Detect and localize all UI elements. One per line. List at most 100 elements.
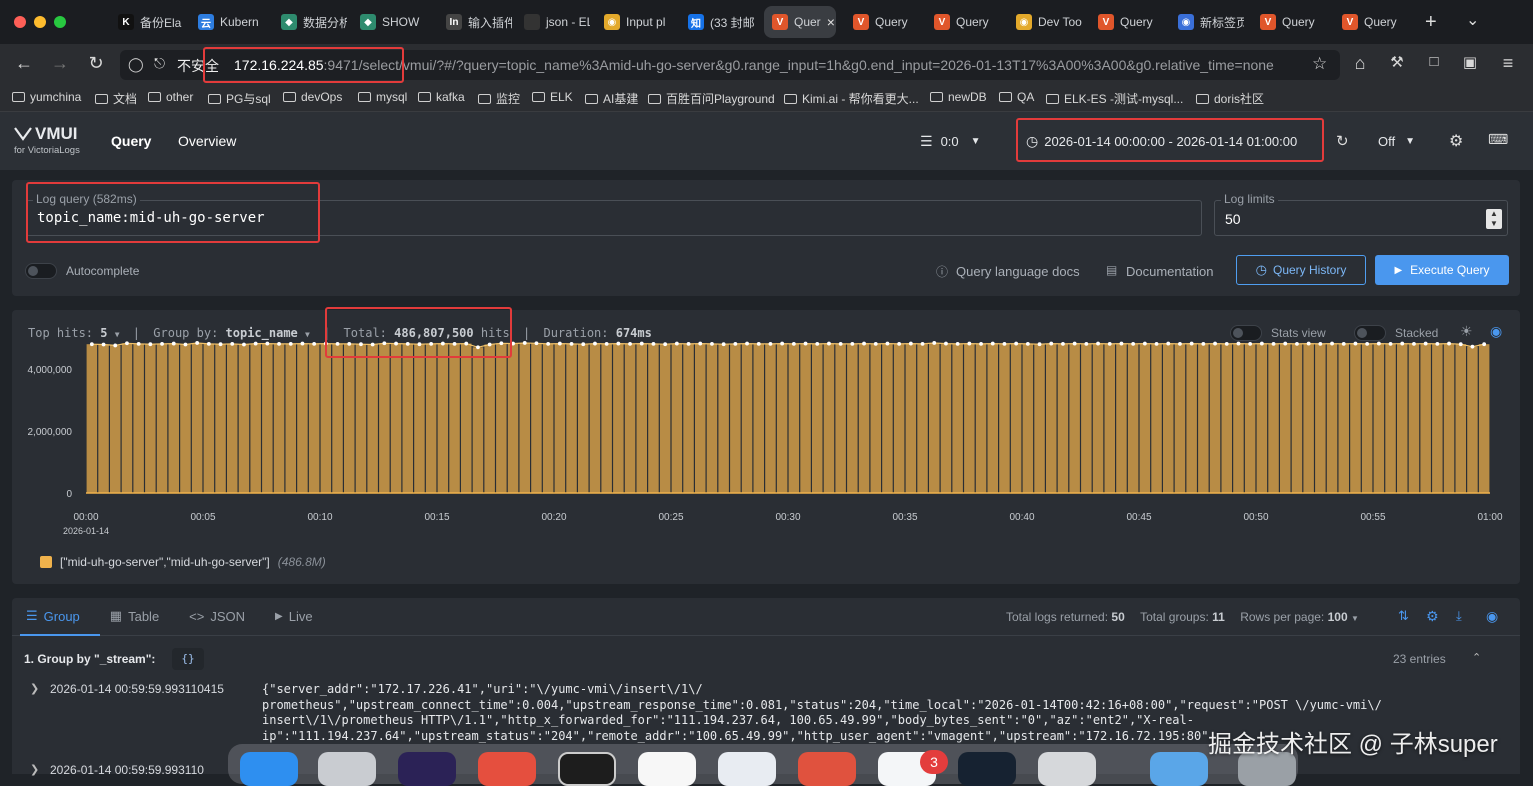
home-icon[interactable]: ⌂ — [1348, 53, 1372, 74]
browser-tab[interactable]: ◉ Dev Too — [1008, 6, 1082, 38]
tab-list-icon[interactable]: ⌄ — [1466, 10, 1479, 30]
bookmark-item[interactable]: Kimi.ai - 帮你看更大... — [784, 90, 919, 107]
bookmark-item[interactable]: other — [148, 90, 193, 104]
activity-monitor-icon[interactable] — [558, 752, 616, 786]
app-icon[interactable] — [638, 752, 696, 786]
launchpad-icon[interactable] — [318, 752, 376, 786]
browser-tab[interactable]: 云 Kubern — [190, 6, 264, 38]
autocomplete-toggle[interactable] — [25, 263, 57, 279]
row-timestamp[interactable]: 2026-01-14 00:59:59.993110 — [50, 763, 204, 777]
bookmark-item[interactable]: devOps — [283, 90, 342, 104]
stacked-toggle[interactable] — [1354, 325, 1386, 341]
browser-tab[interactable]: V Query — [926, 6, 1000, 38]
nav-query[interactable]: Query — [111, 133, 151, 149]
reload-icon[interactable]: ↻ — [84, 53, 108, 74]
group-badge[interactable]: {} — [172, 648, 204, 670]
lightbulb-icon[interactable]: ☀ — [1460, 323, 1473, 340]
close-window-icon[interactable] — [14, 16, 26, 28]
tab-json[interactable]: <> JSON — [189, 608, 245, 624]
gear-icon[interactable]: ⚙ — [1449, 131, 1463, 151]
extensions-icon[interactable]: □ — [1422, 53, 1446, 70]
tab-group[interactable]: ☰ Group — [26, 608, 80, 624]
app-icon[interactable] — [958, 752, 1016, 786]
stepper-icon[interactable]: ▲ ▼ — [1486, 209, 1502, 229]
settings-gear-icon[interactable]: ⚙ — [1426, 608, 1439, 625]
bookmark-item[interactable]: ELK — [532, 90, 573, 104]
bookmark-item[interactable]: newDB — [930, 90, 987, 104]
bookmark-item[interactable]: doris社区 — [1196, 90, 1264, 107]
download-icon[interactable]: ⤓ — [1456, 608, 1462, 624]
rows-per-page-selector[interactable]: Rows per page: 100 ▼ — [1240, 610, 1359, 624]
new-tab-button[interactable]: + — [1425, 11, 1437, 34]
group-by-selector[interactable]: Group by: topic_name ▼ — [153, 326, 310, 340]
eye-icon[interactable]: ◉ — [1490, 323, 1502, 340]
execute-query-button[interactable]: ▶ Execute Query — [1375, 255, 1509, 285]
chevron-up-icon[interactable]: ⌃ — [1472, 651, 1481, 664]
bookmark-item[interactable]: yumchina — [12, 90, 81, 104]
browser-tab[interactable]: V Query — [1252, 6, 1326, 38]
auto-refresh-selector[interactable]: Off ▼ — [1378, 124, 1415, 158]
row-timestamp[interactable]: 2026-01-14 00:59:59.993110415 — [50, 682, 224, 696]
top-hits-selector[interactable]: Top hits: 5 ▼ — [28, 326, 120, 340]
minimize-window-icon[interactable] — [34, 16, 46, 28]
log-limits-input[interactable]: Log limits 50 ▲ ▼ — [1214, 192, 1508, 236]
browser-tab[interactable]: ◉ 新标签页 — [1170, 6, 1244, 38]
query-language-docs-link[interactable]: Query language docs — [956, 264, 1080, 279]
maximize-window-icon[interactable] — [54, 16, 66, 28]
app-icon[interactable] — [798, 752, 856, 786]
bookmark-item[interactable]: 百胜百问Playground — [648, 90, 775, 107]
bookmark-star-icon[interactable]: ☆ — [1312, 54, 1327, 74]
lock-icon[interactable]: ▣ — [1458, 53, 1482, 71]
browser-tab[interactable]: V Query — [1334, 6, 1408, 38]
legend-series-name[interactable]: ["mid-uh-go-server","mid-uh-go-server"] — [60, 555, 270, 569]
query-history-button[interactable]: ◷ Query History — [1236, 255, 1366, 285]
eye-icon[interactable]: ◉ — [1486, 608, 1498, 625]
finder-icon[interactable] — [240, 752, 298, 786]
browser-tab[interactable]: In 输入插件 — [438, 6, 512, 38]
browser-tab[interactable]: 知 (33 封邮 — [680, 6, 758, 38]
wrench-icon[interactable]: ⚒ — [1385, 53, 1409, 71]
browser-tab[interactable]: V Query — [845, 6, 919, 38]
insecure-label[interactable]: 不安全 — [177, 56, 219, 76]
bookmark-item[interactable]: 文档 — [95, 90, 137, 107]
browser-tab[interactable]: V Quer × — [764, 6, 836, 38]
bookmark-item[interactable]: ELK-ES -测试-mysql... — [1046, 90, 1183, 107]
insecure-lock-icon[interactable]: ⎋ — [154, 55, 165, 72]
legend-swatch[interactable] — [40, 556, 52, 568]
tab-table[interactable]: ▦ Table — [110, 608, 159, 624]
browser-tab[interactable]: ◆ SHOW — [352, 6, 430, 38]
forward-arrow-icon[interactable]: → — [48, 53, 72, 74]
bookmark-item[interactable]: 监控 — [478, 90, 520, 107]
browser-tab[interactable]: K 备份Ela — [110, 6, 184, 38]
expand-row-icon[interactable]: ❯ — [30, 763, 39, 776]
bookmark-item[interactable]: PG与sql — [208, 90, 271, 107]
back-arrow-icon[interactable]: ← — [12, 53, 36, 74]
browser-tab[interactable]: ◉ Input pl — [596, 6, 674, 38]
app-icon[interactable] — [478, 752, 536, 786]
nav-overview[interactable]: Overview — [178, 133, 236, 149]
bookmark-item[interactable]: mysql — [358, 90, 407, 104]
refresh-icon[interactable]: ↻ — [1336, 132, 1349, 150]
url-text[interactable]: 172.16.224.85:9471/select/vmui/?#/?query… — [234, 57, 1274, 73]
bookmark-item[interactable]: QA — [999, 90, 1034, 104]
menu-icon[interactable]: ≡ — [1496, 53, 1520, 74]
browser-tab[interactable]: ◆ 数据分析 — [273, 6, 347, 38]
time-range-button[interactable]: ◷ 2026-01-14 00:00:00 - 2026-01-14 01:00… — [1026, 124, 1297, 158]
bookmark-item[interactable]: kafka — [418, 90, 465, 104]
folder-icon[interactable] — [1150, 752, 1208, 786]
keyboard-icon[interactable]: ⌨ — [1488, 131, 1508, 148]
tenant-selector[interactable]: ☰ 0:0 ▼ — [920, 124, 981, 158]
app-icon[interactable] — [1038, 752, 1096, 786]
app-icon[interactable] — [398, 752, 456, 786]
close-tab-icon[interactable]: × — [827, 14, 835, 30]
shield-icon[interactable]: ◯ — [128, 56, 144, 73]
vmui-logo[interactable]: VMUI for VictoriaLogs — [14, 124, 80, 156]
browser-tab[interactable]: json - ELKsi — [516, 6, 590, 38]
browser-tab[interactable]: V Query — [1090, 6, 1164, 38]
app-icon[interactable] — [718, 752, 776, 786]
expand-row-icon[interactable]: ❯ — [30, 682, 39, 695]
bookmark-item[interactable]: AI基建 — [585, 90, 638, 107]
address-bar[interactable]: ◯ ⎋ 不安全 172.16.224.85:9471/select/vmui/?… — [120, 50, 1340, 80]
log-query-input[interactable]: Log query (582ms) topic_name:mid-uh-go-s… — [26, 192, 1202, 236]
collapse-icon[interactable]: ⇅ — [1398, 608, 1409, 624]
